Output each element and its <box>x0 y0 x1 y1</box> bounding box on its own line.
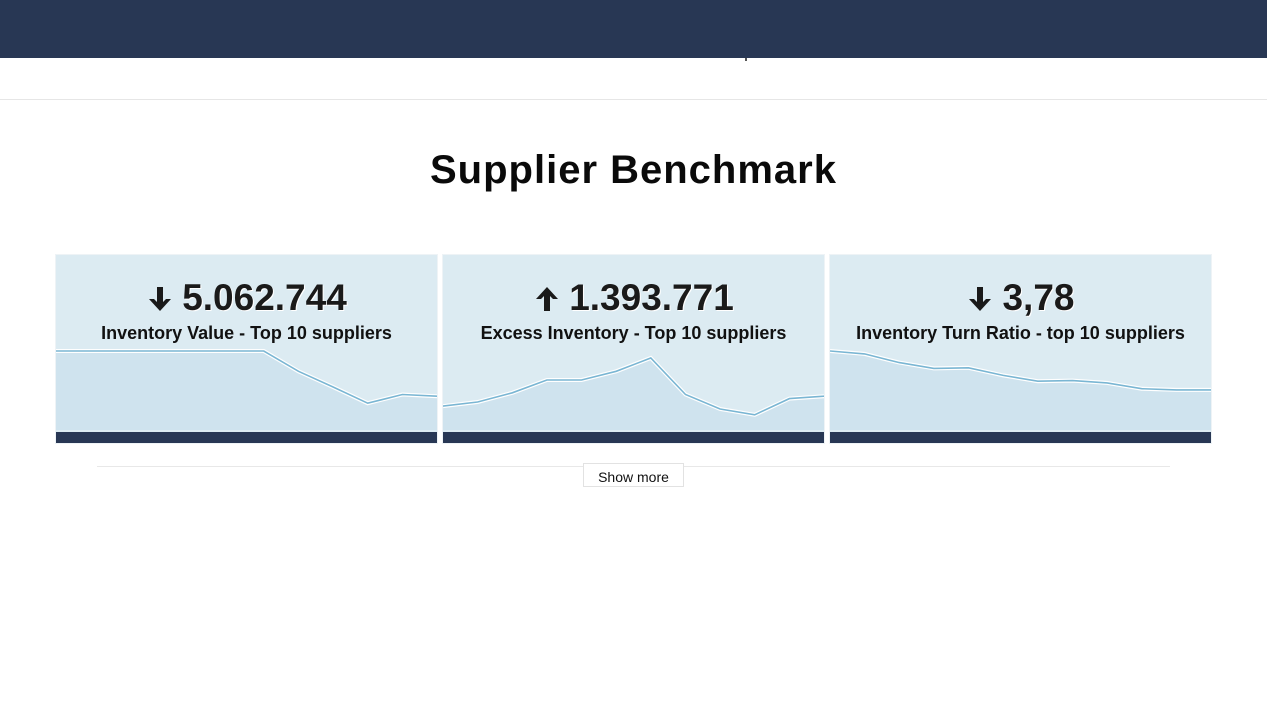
arrow-down-icon <box>969 287 992 311</box>
top-navigation-bar <box>0 0 1267 58</box>
sparkline-chart <box>56 349 437 430</box>
sparkline-chart <box>443 355 824 430</box>
card-footer-bar <box>830 432 1211 443</box>
show-more-button[interactable]: Show more <box>583 463 684 487</box>
arrow-down-icon <box>149 287 172 311</box>
subbar-marker <box>745 58 747 61</box>
kpi-value-text: 3,78 <box>1002 277 1075 318</box>
kpi-label: Inventory Turn Ratio - top 10 suppliers <box>856 323 1185 343</box>
kpi-value: 3,78 <box>830 277 1211 319</box>
kpi-card-inventory-turn-ratio[interactable]: 3,78 Inventory Turn Ratio - top 10 suppl… <box>830 255 1211 443</box>
kpi-value: 5.062.744 <box>56 277 437 319</box>
sparkline-area <box>56 351 437 430</box>
kpi-label: Excess Inventory - Top 10 suppliers <box>480 323 787 343</box>
kpi-card-inventory-value[interactable]: 5.062.744 Inventory Value - Top 10 suppl… <box>56 255 437 443</box>
arrow-up-icon <box>536 287 559 311</box>
card-footer-bar <box>56 432 437 443</box>
kpi-value: 1.393.771 <box>443 277 824 319</box>
kpi-value-text: 1.393.771 <box>569 277 734 318</box>
card-footer-bar <box>443 432 824 443</box>
kpi-label: Inventory Value - Top 10 suppliers <box>101 323 392 343</box>
sparkline-chart <box>830 349 1211 430</box>
kpi-card-excess-inventory[interactable]: 1.393.771 Excess Inventory - Top 10 supp… <box>443 255 824 443</box>
sub-navigation-bar <box>0 58 1267 100</box>
page-title: Supplier Benchmark <box>429 148 837 192</box>
kpi-value-text: 5.062.744 <box>182 277 347 318</box>
